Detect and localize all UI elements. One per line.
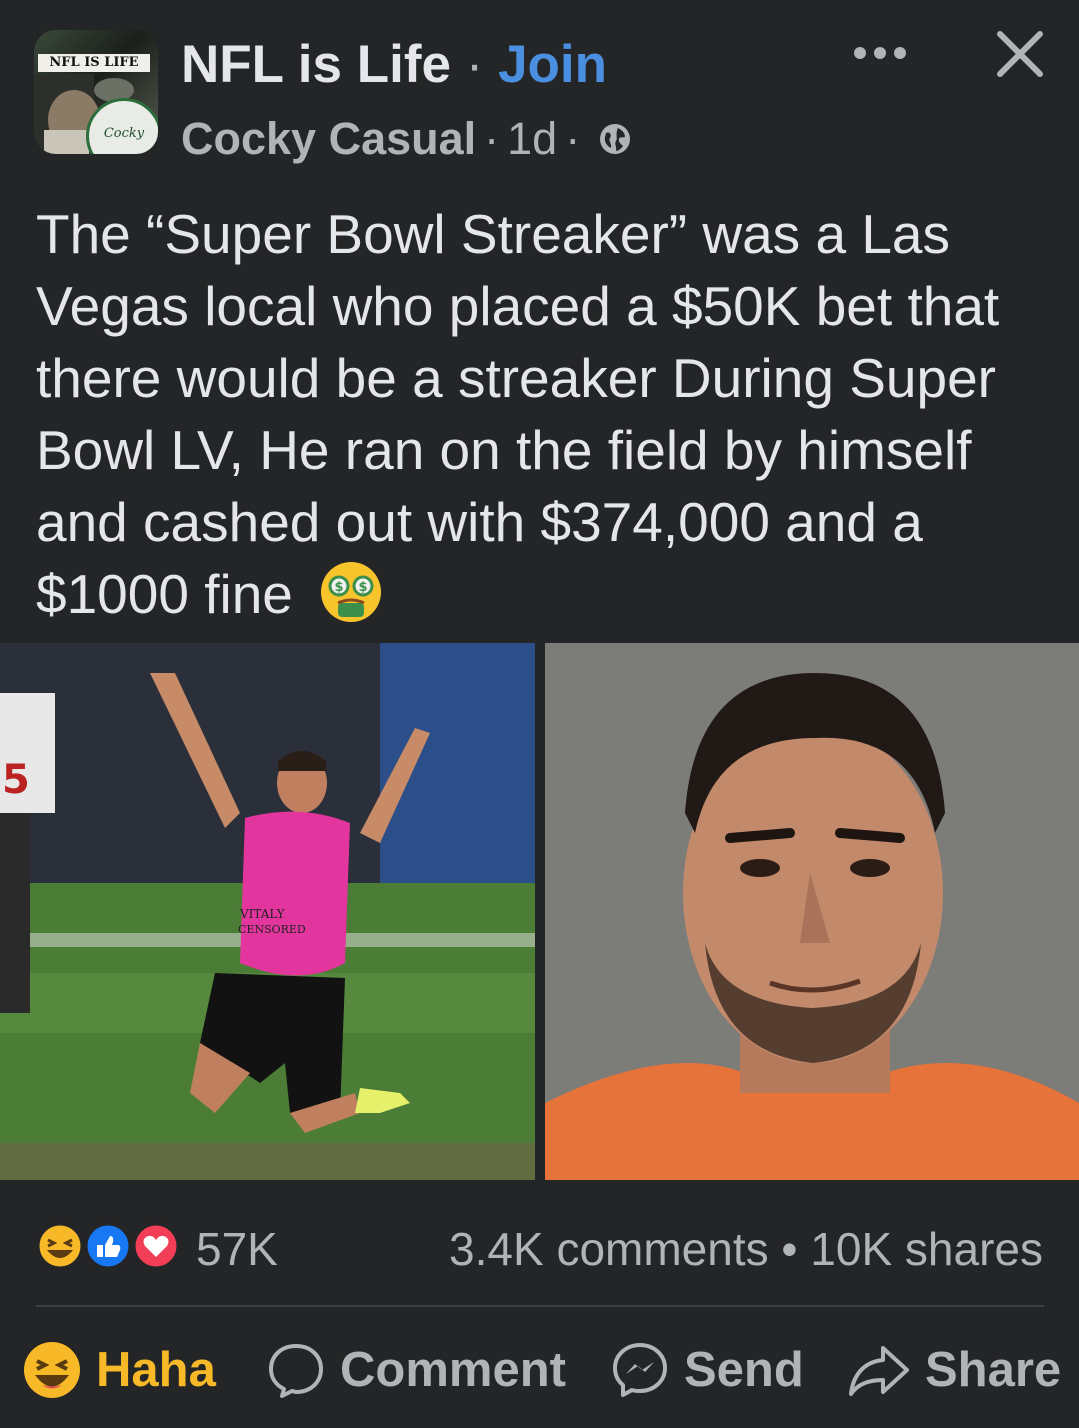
globe-icon bbox=[600, 124, 631, 154]
haha-button[interactable]: Haha bbox=[22, 1330, 216, 1410]
send-label: Send bbox=[684, 1343, 804, 1397]
send-button[interactable]: Send bbox=[610, 1330, 804, 1410]
svg-text:VITALY: VITALY bbox=[239, 907, 286, 921]
streaker-photo-art: VITALY CENSORED 5 bbox=[0, 643, 535, 1180]
post-body: The “Super Bowl Streaker” was a Las Vega… bbox=[36, 203, 1000, 625]
post-stats: 3.4K comments • 10K shares bbox=[449, 1222, 1043, 1276]
post-text: The “Super Bowl Streaker” was a Las Vega… bbox=[36, 198, 1046, 630]
mugshot-photo[interactable] bbox=[545, 643, 1079, 1180]
comment-label: Comment bbox=[340, 1343, 566, 1397]
share-label: Share bbox=[925, 1343, 1062, 1397]
svg-text:$: $ bbox=[335, 580, 344, 595]
reaction-icons[interactable] bbox=[34, 1220, 184, 1272]
post-images[interactable]: VITALY CENSORED 5 bbox=[0, 643, 1079, 1180]
join-button[interactable]: Join bbox=[498, 35, 607, 94]
group-name[interactable]: NFL is Life bbox=[181, 35, 451, 94]
comment-icon bbox=[269, 1344, 323, 1398]
like-icon bbox=[84, 1222, 132, 1270]
separator: · bbox=[484, 113, 500, 164]
share-arrow-icon bbox=[849, 1346, 909, 1396]
timestamp[interactable]: 1d bbox=[507, 113, 557, 165]
post-meta: Cocky Casual · 1d · bbox=[181, 113, 632, 165]
haha-icon bbox=[24, 1342, 80, 1398]
separator: · bbox=[465, 35, 484, 94]
group-title-line: NFL is Life · Join bbox=[181, 34, 607, 95]
money-mouth-face-emoji: $ $ bbox=[321, 562, 382, 622]
svg-text:5: 5 bbox=[2, 757, 30, 803]
divider bbox=[36, 1305, 1044, 1307]
haha-icon bbox=[36, 1222, 84, 1270]
mugshot-photo-art bbox=[545, 643, 1079, 1180]
close-icon[interactable] bbox=[994, 28, 1046, 80]
comment-count[interactable]: 3.4K comments bbox=[449, 1223, 769, 1275]
svg-text:$: $ bbox=[359, 580, 368, 595]
more-dots-icon[interactable] bbox=[852, 38, 908, 68]
love-icon bbox=[132, 1222, 180, 1270]
comment-button[interactable]: Comment bbox=[266, 1330, 566, 1410]
haha-label: Haha bbox=[96, 1343, 216, 1397]
streaker-photo[interactable]: VITALY CENSORED 5 bbox=[0, 643, 535, 1180]
action-bar: Haha Comment Send Share bbox=[0, 1330, 1079, 1410]
messenger-icon bbox=[613, 1343, 667, 1397]
svg-text:CENSORED: CENSORED bbox=[238, 923, 306, 936]
separator: · bbox=[565, 113, 581, 164]
share-count[interactable]: 10K shares bbox=[810, 1223, 1043, 1275]
author-name[interactable]: Cocky Casual bbox=[181, 113, 476, 165]
engagement-bar: 57K 3.4K comments • 10K shares bbox=[0, 1210, 1079, 1282]
reaction-count[interactable]: 57K bbox=[196, 1222, 278, 1276]
group-avatar[interactable]: NFL IS LIFE Cocky Casual bbox=[34, 30, 158, 154]
share-button[interactable]: Share bbox=[847, 1330, 1061, 1410]
stats-dot: • bbox=[781, 1223, 798, 1275]
post-header: NFL IS LIFE Cocky Casual NFL is Life · J… bbox=[0, 0, 1079, 180]
